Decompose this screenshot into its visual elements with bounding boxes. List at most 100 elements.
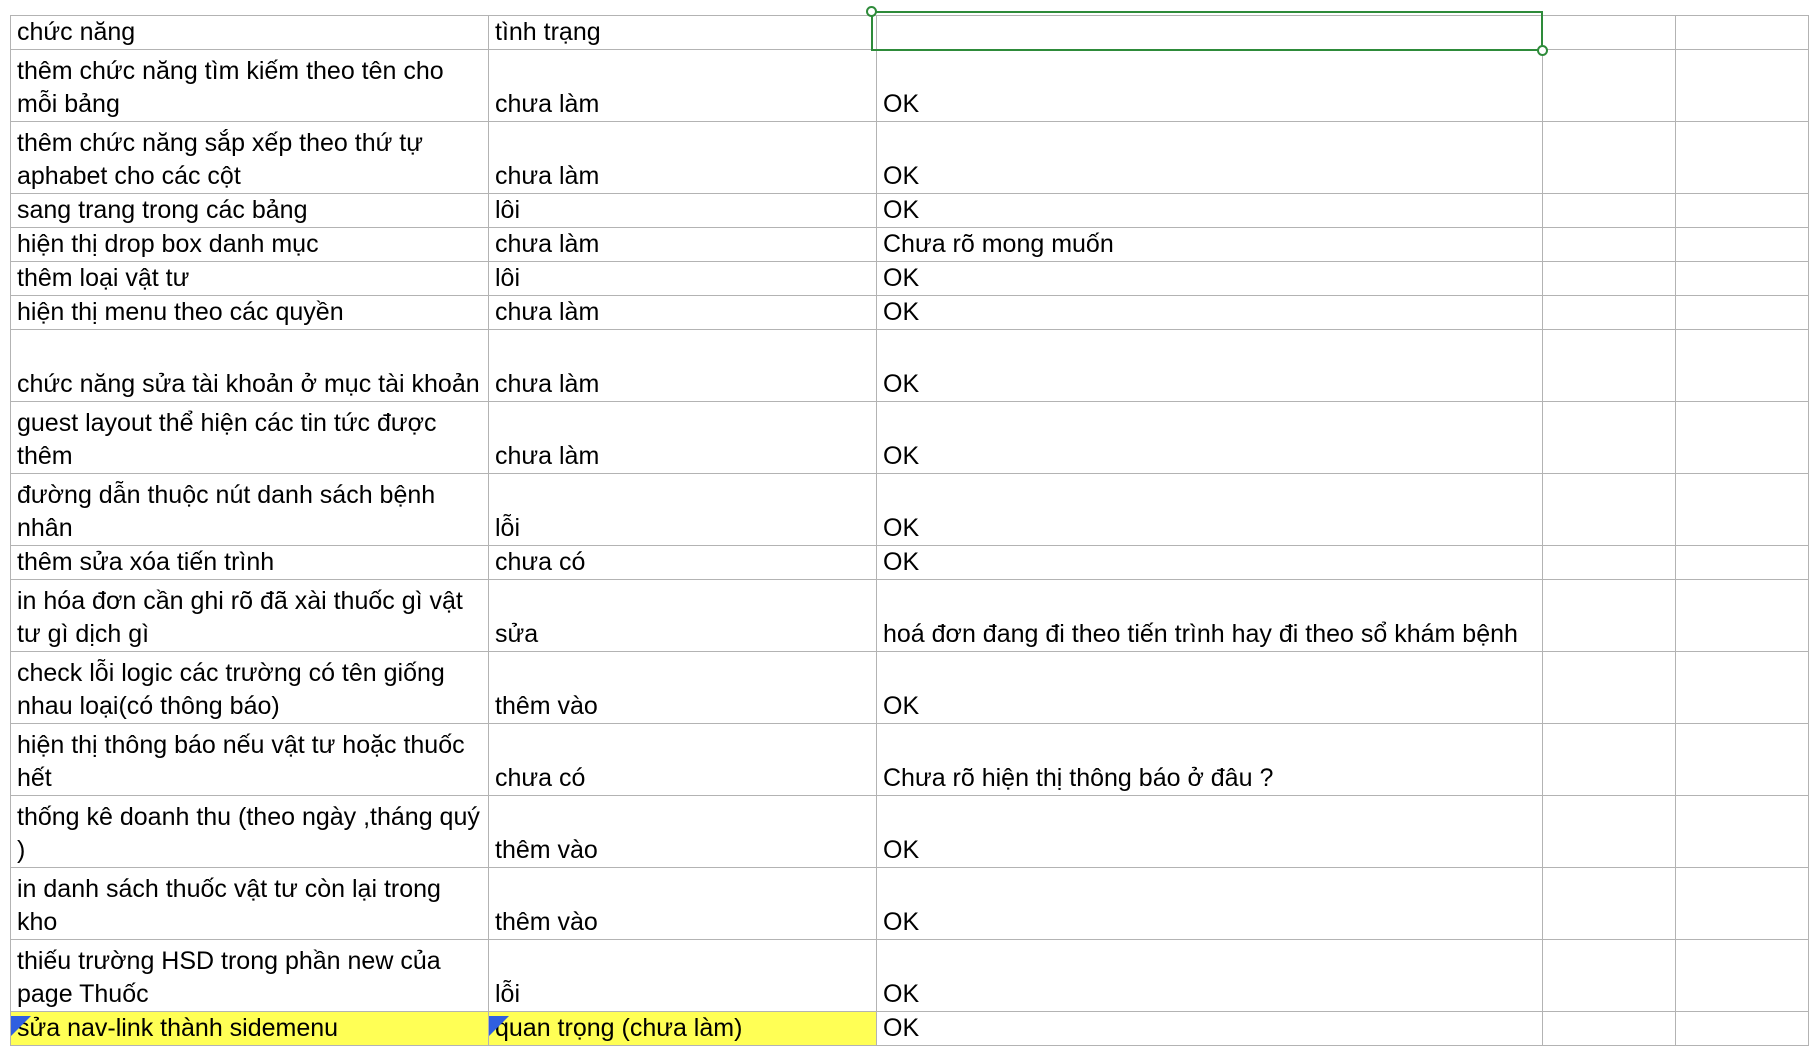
empty-cell[interactable] (1675, 545, 1809, 580)
feature-cell-highlighted[interactable]: sửa nav-link thành sidemenu (10, 1011, 489, 1046)
note-cell[interactable]: OK (876, 795, 1543, 868)
table-row: hiện thị menu theo các quyền chưa làm OK (10, 295, 1809, 330)
feature-cell[interactable]: thống kê doanh thu (theo ngày ,tháng quý… (10, 795, 489, 868)
header-cell-feature[interactable]: chức năng (10, 15, 489, 50)
status-cell[interactable]: sửa (488, 579, 877, 652)
note-cell[interactable]: OK (876, 401, 1543, 474)
status-cell[interactable]: thêm vào (488, 795, 877, 868)
feature-cell[interactable]: sang trang trong các bảng (10, 193, 489, 228)
empty-cell[interactable] (1542, 651, 1676, 724)
empty-cell[interactable] (1542, 261, 1676, 296)
empty-cell[interactable] (1542, 545, 1676, 580)
status-cell[interactable]: chưa làm (488, 49, 877, 122)
status-cell[interactable]: chưa làm (488, 121, 877, 194)
feature-cell[interactable]: thêm chức năng sắp xếp theo thứ tự aphab… (10, 121, 489, 194)
empty-cell[interactable] (1542, 579, 1676, 652)
header-cell-status[interactable]: tình trạng (488, 15, 877, 50)
empty-cell[interactable] (1675, 227, 1809, 262)
feature-cell[interactable]: chức năng sửa tài khoản ở mục tài khoản (10, 329, 489, 402)
table-row: hiện thị drop box danh mục chưa làm Chưa… (10, 227, 1809, 262)
status-cell[interactable]: chưa có (488, 723, 877, 796)
status-cell[interactable]: chưa làm (488, 227, 877, 262)
status-cell[interactable]: chưa làm (488, 329, 877, 402)
table-row: in hóa đơn cần ghi rõ đã xài thuốc gì vậ… (10, 579, 1809, 652)
status-cell[interactable]: chưa làm (488, 295, 877, 330)
empty-cell[interactable] (1675, 867, 1809, 940)
spreadsheet: chức năng tình trạng thêm chức năng tìm … (10, 15, 1809, 1046)
empty-cell[interactable] (1542, 295, 1676, 330)
note-cell[interactable]: OK (876, 939, 1543, 1012)
feature-cell[interactable]: hiện thị drop box danh mục (10, 227, 489, 262)
empty-cell[interactable] (1542, 329, 1676, 402)
feature-cell[interactable]: thêm sửa xóa tiến trình (10, 545, 489, 580)
header-cell-note[interactable] (876, 15, 1543, 50)
feature-cell[interactable]: thêm loại vật tư (10, 261, 489, 296)
empty-cell[interactable] (1675, 579, 1809, 652)
status-cell[interactable]: chưa làm (488, 401, 877, 474)
note-cell[interactable]: OK (876, 867, 1543, 940)
feature-cell[interactable]: in danh sách thuốc vật tư còn lại trong … (10, 867, 489, 940)
status-cell[interactable]: lôi (488, 261, 877, 296)
feature-cell[interactable]: thêm chức năng tìm kiếm theo tên cho mỗi… (10, 49, 489, 122)
feature-cell[interactable]: thiếu trường HSD trong phần new của page… (10, 939, 489, 1012)
feature-cell[interactable]: hiện thị thông báo nếu vật tư hoặc thuốc… (10, 723, 489, 796)
empty-cell[interactable] (1542, 121, 1676, 194)
empty-cell[interactable] (1542, 723, 1676, 796)
empty-cell[interactable] (1542, 795, 1676, 868)
note-cell[interactable]: Chưa rõ hiện thị thông báo ở đâu ? (876, 723, 1543, 796)
empty-cell[interactable] (1675, 1011, 1809, 1046)
empty-cell[interactable] (1542, 473, 1676, 546)
empty-cell[interactable] (1675, 723, 1809, 796)
note-cell[interactable]: OK (876, 651, 1543, 724)
empty-cell[interactable] (1542, 227, 1676, 262)
status-cell-highlighted[interactable]: quan trọng (chưa làm) (488, 1011, 877, 1046)
note-cell[interactable]: hoá đơn đang đi theo tiến trình hay đi t… (876, 579, 1543, 652)
empty-cell[interactable] (1675, 795, 1809, 868)
note-cell[interactable]: OK (876, 329, 1543, 402)
empty-cell[interactable] (1675, 295, 1809, 330)
note-cell[interactable]: OK (876, 1011, 1543, 1046)
feature-cell[interactable]: đường dẫn thuộc nút danh sách bệnh nhân (10, 473, 489, 546)
table-row: thống kê doanh thu (theo ngày ,tháng quý… (10, 795, 1809, 868)
empty-cell[interactable] (1675, 473, 1809, 546)
empty-cell[interactable] (1542, 939, 1676, 1012)
note-cell[interactable]: Chưa rõ mong muốn (876, 227, 1543, 262)
empty-cell[interactable] (1675, 401, 1809, 474)
status-cell[interactable]: lỗi (488, 939, 877, 1012)
table-row: thêm chức năng tìm kiếm theo tên cho mỗi… (10, 49, 1809, 122)
table-row: thêm chức năng sắp xếp theo thứ tự aphab… (10, 121, 1809, 194)
comment-indicator-icon[interactable] (489, 1016, 509, 1036)
table-row: guest layout thể hiện các tin tức được t… (10, 401, 1809, 474)
empty-cell[interactable] (1675, 329, 1809, 402)
empty-cell[interactable] (1542, 401, 1676, 474)
note-cell[interactable]: OK (876, 545, 1543, 580)
empty-cell[interactable] (1542, 867, 1676, 940)
empty-cell[interactable] (1675, 261, 1809, 296)
note-cell[interactable]: OK (876, 121, 1543, 194)
status-cell[interactable]: lỗi (488, 473, 877, 546)
empty-cell[interactable] (1542, 15, 1676, 50)
status-cell[interactable]: chưa có (488, 545, 877, 580)
empty-cell[interactable] (1675, 49, 1809, 122)
status-cell[interactable]: thêm vào (488, 651, 877, 724)
note-cell[interactable]: OK (876, 295, 1543, 330)
note-cell[interactable]: OK (876, 49, 1543, 122)
feature-cell[interactable]: guest layout thể hiện các tin tức được t… (10, 401, 489, 474)
empty-cell[interactable] (1542, 49, 1676, 122)
empty-cell[interactable] (1675, 121, 1809, 194)
note-cell[interactable]: OK (876, 261, 1543, 296)
note-cell[interactable]: OK (876, 193, 1543, 228)
feature-cell[interactable]: check lỗi logic các trường có tên giống … (10, 651, 489, 724)
note-cell[interactable]: OK (876, 473, 1543, 546)
empty-cell[interactable] (1542, 1011, 1676, 1046)
comment-indicator-icon[interactable] (11, 1016, 31, 1036)
feature-cell[interactable]: hiện thị menu theo các quyền (10, 295, 489, 330)
status-cell[interactable]: thêm vào (488, 867, 877, 940)
empty-cell[interactable] (1675, 651, 1809, 724)
feature-cell[interactable]: in hóa đơn cần ghi rõ đã xài thuốc gì vậ… (10, 579, 489, 652)
empty-cell[interactable] (1542, 193, 1676, 228)
empty-cell[interactable] (1675, 15, 1809, 50)
empty-cell[interactable] (1675, 939, 1809, 1012)
empty-cell[interactable] (1675, 193, 1809, 228)
status-cell[interactable]: lôi (488, 193, 877, 228)
